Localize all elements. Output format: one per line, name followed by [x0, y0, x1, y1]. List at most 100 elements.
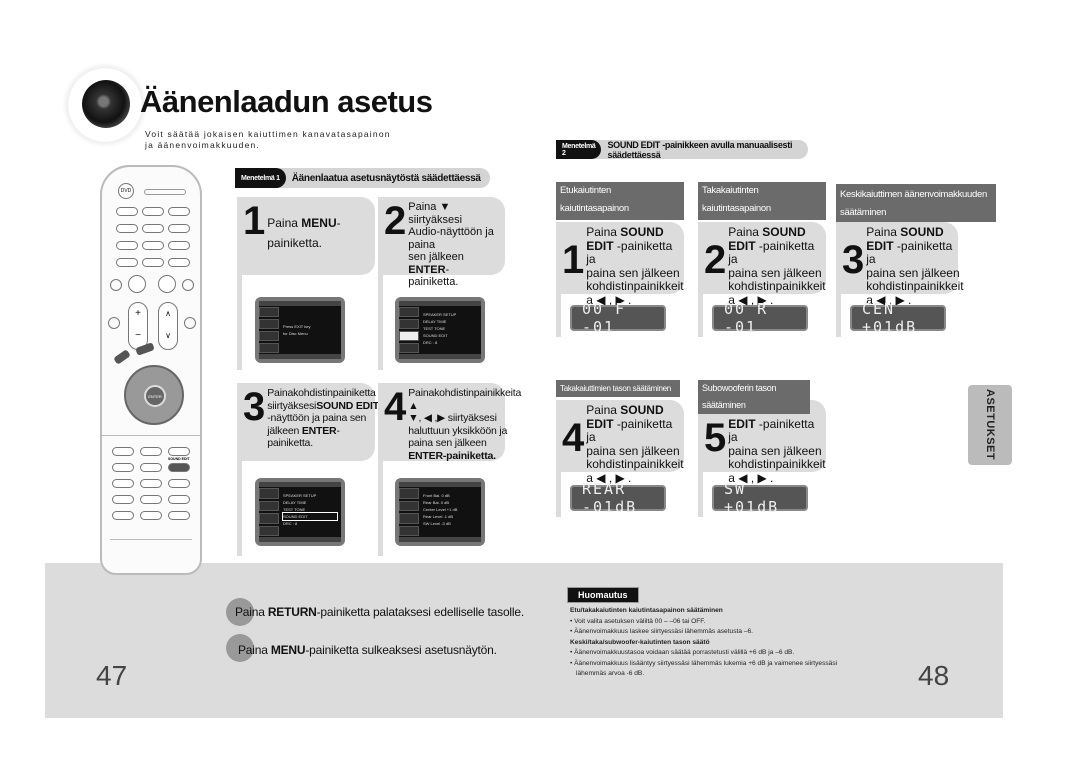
dvd-button: DVD [118, 183, 134, 199]
method-tag: Menetelmä 2 [556, 140, 602, 159]
remote-control-image: DVD + − ∧ ∨ ENTER SOUND EDIT [100, 165, 202, 575]
step-text: Paina ▼ siirtyäksesi [408, 201, 463, 226]
screen-text: SPEAKER SETUP [283, 493, 317, 498]
method2-bar: Menetelmä 2 SOUND EDIT -painikkeen avull… [556, 139, 808, 160]
setup-screen-3: SPEAKER SETUP DELAY TIME TEST TONE SOUND ED… [255, 478, 345, 546]
sound-edit-label: SOUND EDIT [168, 457, 190, 461]
step-text: kohdistinpainikkeit [586, 457, 684, 471]
screen-text: Rear Bal. 0 dB [423, 500, 450, 505]
screen-text: TEST TONE [283, 507, 306, 512]
method-tag: Menetelmä 1 [235, 168, 286, 188]
screen-text: Rear Level -1 dB [423, 514, 454, 519]
step-text: Paina SOUND [728, 225, 806, 239]
lcd-display: 00 R -01 [712, 300, 808, 336]
sound-edit-step-3: 3 Paina SOUND EDIT -painiketta ja paina sen… [836, 222, 964, 306]
step-number: 1 [562, 238, 584, 282]
note-item: Äänenvoimakkuus lisääntyy siirtyessäsi l… [574, 659, 838, 667]
method-title: SOUND EDIT -painikkeen avulla manuaalise… [607, 139, 793, 160]
setup-screen-4: Front Bal. 0 dB Rear Bal. 0 dB Center Leve… [395, 478, 485, 546]
note-body: Etu/takakaiutinten kaiutintasapainon sää… [570, 606, 890, 680]
method1-bar: Menetelmä 1 Äänenlaatua asetusnäytöstä s… [235, 168, 490, 188]
header-text: Takakaiutinten kaiutintasapainon [702, 185, 771, 214]
step-number: 4 [384, 385, 406, 429]
step-text: Paina MENU- [267, 216, 341, 230]
section-header: Keskikaiuttimen äänenvoimakkuuden säätämi… [836, 184, 996, 222]
screen-text: SPEAKER SETUP [423, 312, 457, 317]
side-tab-asetukset: ASETUKSET [968, 385, 1012, 465]
text: MENU [270, 643, 306, 657]
section-header: Subowooferin tason säätäminen [698, 380, 810, 414]
section-header: Takakaiuttimien tason säätäminen [556, 380, 680, 397]
step-text: Audio-näyttöön ja paina [408, 226, 494, 251]
page-subtitle: Voit säätää jokaisen kaiuttimen kanavata… [145, 129, 391, 151]
note-heading: Etu/takakaiutinten kaiutintasapainon sää… [570, 607, 723, 614]
step-number: 4 [562, 416, 584, 460]
step-number: 2 [704, 238, 726, 282]
step-text: haluttuun yksikköön ja [408, 424, 508, 437]
step-text: paina sen jälkeen [408, 437, 487, 449]
step-number: 1 [243, 199, 265, 243]
screen-text: DELAY TIME [423, 319, 447, 324]
step-text: ENTER-painiketta. [408, 449, 496, 462]
step-text: EDIT -painiketta ja [866, 238, 953, 266]
speaker-icon [62, 62, 148, 148]
screen-text: Center Level +1 dB [423, 507, 458, 512]
step-text: jälkeen ENTER- [267, 424, 340, 437]
return-button [113, 349, 131, 365]
screen-text: SW Level -3 dB [423, 521, 451, 526]
screen-text: for Disc Menu [283, 331, 308, 336]
sound-edit-step-2: 2 Paina SOUND EDIT -painiketta ja paina sen… [698, 222, 826, 306]
screen-text: Front Bal. 0 dB [423, 493, 450, 498]
step-text: painiketta. [408, 276, 459, 288]
note-item: lähemmäs arvoa -6 dB. [576, 670, 645, 677]
step-text: Paina SOUND [586, 225, 664, 239]
page-number-left: 47 [96, 660, 128, 691]
step-4: 4 Painakohdistinpainikkeita ▲ ▼, ◀ ,▶ sii… [378, 383, 521, 462]
dpad: ENTER [124, 365, 184, 425]
step-text: -näyttöön ja paina sen [267, 412, 367, 424]
lcd-display: SW +01dB [712, 480, 808, 516]
setup-screen-1: Press EXIT key for Disc Menu [255, 297, 345, 363]
step-text: EDIT -painiketta ja [728, 416, 815, 444]
step-3: 3 Painakohdistinpainiketta▼ siirtyäksesiS… [237, 383, 386, 461]
lcd-display: 00 F -01 [570, 300, 666, 336]
step-text: Paina SOUND [586, 403, 664, 417]
step-text: painiketta. [267, 437, 313, 449]
screen-text: TEST TONE [423, 326, 446, 331]
note-label: Huomautus [567, 587, 639, 603]
step-text: kohdistinpainikkeit [728, 279, 826, 293]
section-header: Takakaiutinten kaiutintasapainonsäätämin… [698, 182, 826, 232]
step-text: painiketta. [267, 236, 322, 250]
subtitle-line: Voit säätää jokaisen kaiuttimen kanavata… [145, 129, 391, 139]
step-text: Painakohdistinpainiketta▼ [267, 387, 386, 399]
instruction-return: Paina RETURN-painiketta palataksesi edel… [235, 605, 524, 619]
side-tab-label: ASETUKSET [984, 389, 996, 461]
lcd-display: REAR -01dB [570, 480, 666, 516]
screen-text: SOUND EDIT [282, 512, 338, 521]
step-2: 2 Paina ▼ siirtyäksesi Audio-näyttöön ja … [378, 197, 505, 288]
step-number: 3 [243, 385, 265, 429]
step-text: kohdistinpainikkeit [866, 279, 964, 293]
sound-edit-step-1: 1 Paina SOUND EDIT -painiketta ja paina sen… [556, 222, 684, 306]
step-text: kohdistinpainikkeit [728, 457, 826, 471]
step-text: ▼, ◀ ,▶ siirtyäksesi [408, 412, 497, 424]
header-text: Etukaiutinten kaiutintasapainon [560, 185, 629, 214]
step-text: Paina SOUND [866, 225, 944, 239]
text: Paina [238, 643, 271, 657]
enter-button: ENTER [144, 385, 166, 407]
step-text: paina sen jälkeen [728, 265, 822, 280]
text: -painiketta sulkeaksesi asetusnäytön. [305, 643, 497, 657]
note-item: Voit valita asetuksen väliltä 00 – –06 t… [574, 617, 706, 625]
note-item: Äänenvoimakkuus laskee siirtyessäsi lähe… [574, 628, 753, 635]
screen-text: DRC : 8 [423, 340, 438, 345]
text: RETURN [267, 605, 317, 619]
step-number: 3 [842, 238, 864, 282]
lcd-display: CEN +01dB [850, 300, 946, 336]
page-title: Äänenlaadun asetus [140, 84, 433, 119]
screen-text: DELAY TIME [283, 500, 307, 505]
step-text: EDIT -painiketta ja [586, 416, 673, 444]
header-text: säätäminen [840, 207, 887, 218]
screen-text: DRC : 8 [283, 521, 298, 526]
method-title: Äänenlaatua asetusnäytöstä säädettäessä [291, 172, 481, 184]
step-text: paina sen jälkeen [728, 443, 822, 458]
